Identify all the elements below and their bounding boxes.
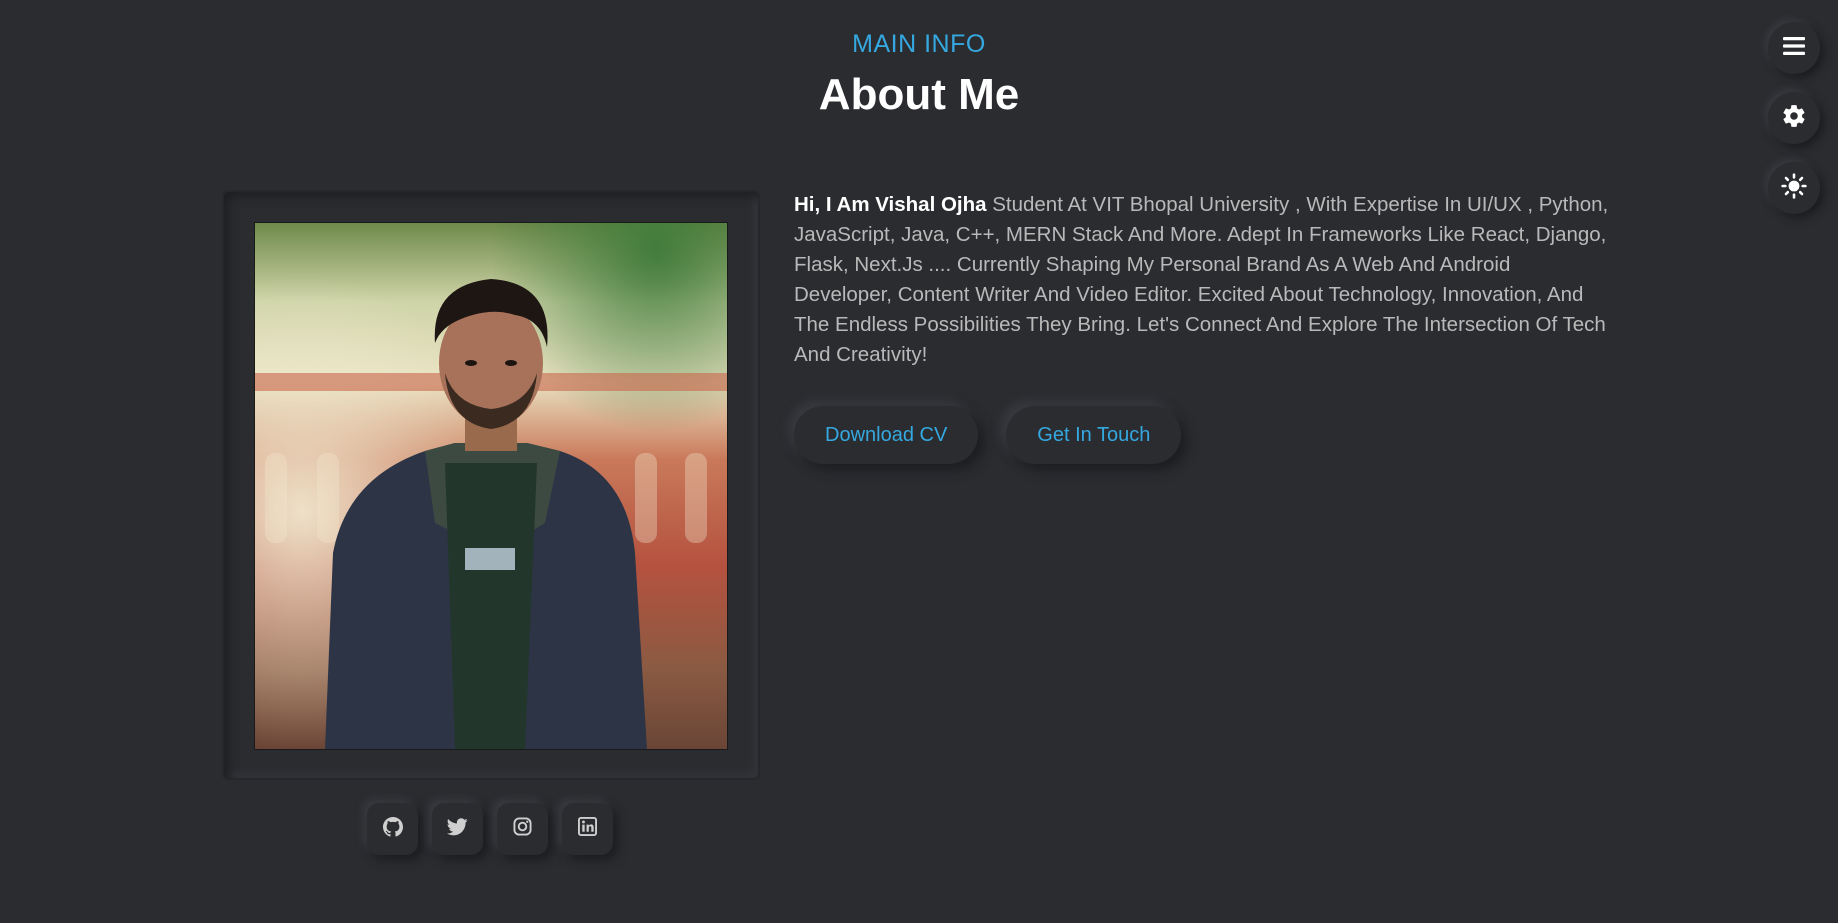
github-icon: [382, 816, 403, 842]
download-cv-button[interactable]: Download CV: [794, 406, 979, 464]
github-link[interactable]: [367, 803, 418, 855]
instagram-icon: [513, 817, 532, 841]
section-kicker: MAIN INFO: [852, 30, 986, 58]
settings-button[interactable]: [1768, 92, 1820, 144]
bio-paragraph: Hi, I Am Vishal Ojha Student At VIT Bhop…: [794, 190, 1614, 370]
linkedin-link[interactable]: [562, 803, 613, 855]
sun-icon: [1781, 172, 1807, 204]
twitter-link[interactable]: [432, 803, 483, 855]
intro-text: Student At VIT Bhopal University , With …: [794, 193, 1609, 366]
about-page: MAIN INFO About Me Hi, I Am Vishal Ojha …: [0, 0, 1838, 923]
gear-icon: [1781, 103, 1807, 134]
twitter-icon: [446, 817, 468, 841]
linkedin-icon: [578, 817, 597, 841]
side-controls: [1768, 22, 1820, 214]
page-title: About Me: [818, 70, 1020, 119]
menu-icon: [1783, 36, 1805, 60]
menu-button[interactable]: [1768, 22, 1820, 74]
profile-photo: [254, 222, 728, 750]
profile-photo-frame: [224, 192, 758, 778]
social-links: [367, 803, 613, 855]
theme-toggle-button[interactable]: [1768, 162, 1820, 214]
instagram-link[interactable]: [497, 803, 548, 855]
action-buttons: Download CV Get In Touch: [794, 406, 1182, 464]
intro-name: Hi, I Am Vishal Ojha: [794, 193, 987, 216]
get-in-touch-button[interactable]: Get In Touch: [1006, 406, 1182, 464]
